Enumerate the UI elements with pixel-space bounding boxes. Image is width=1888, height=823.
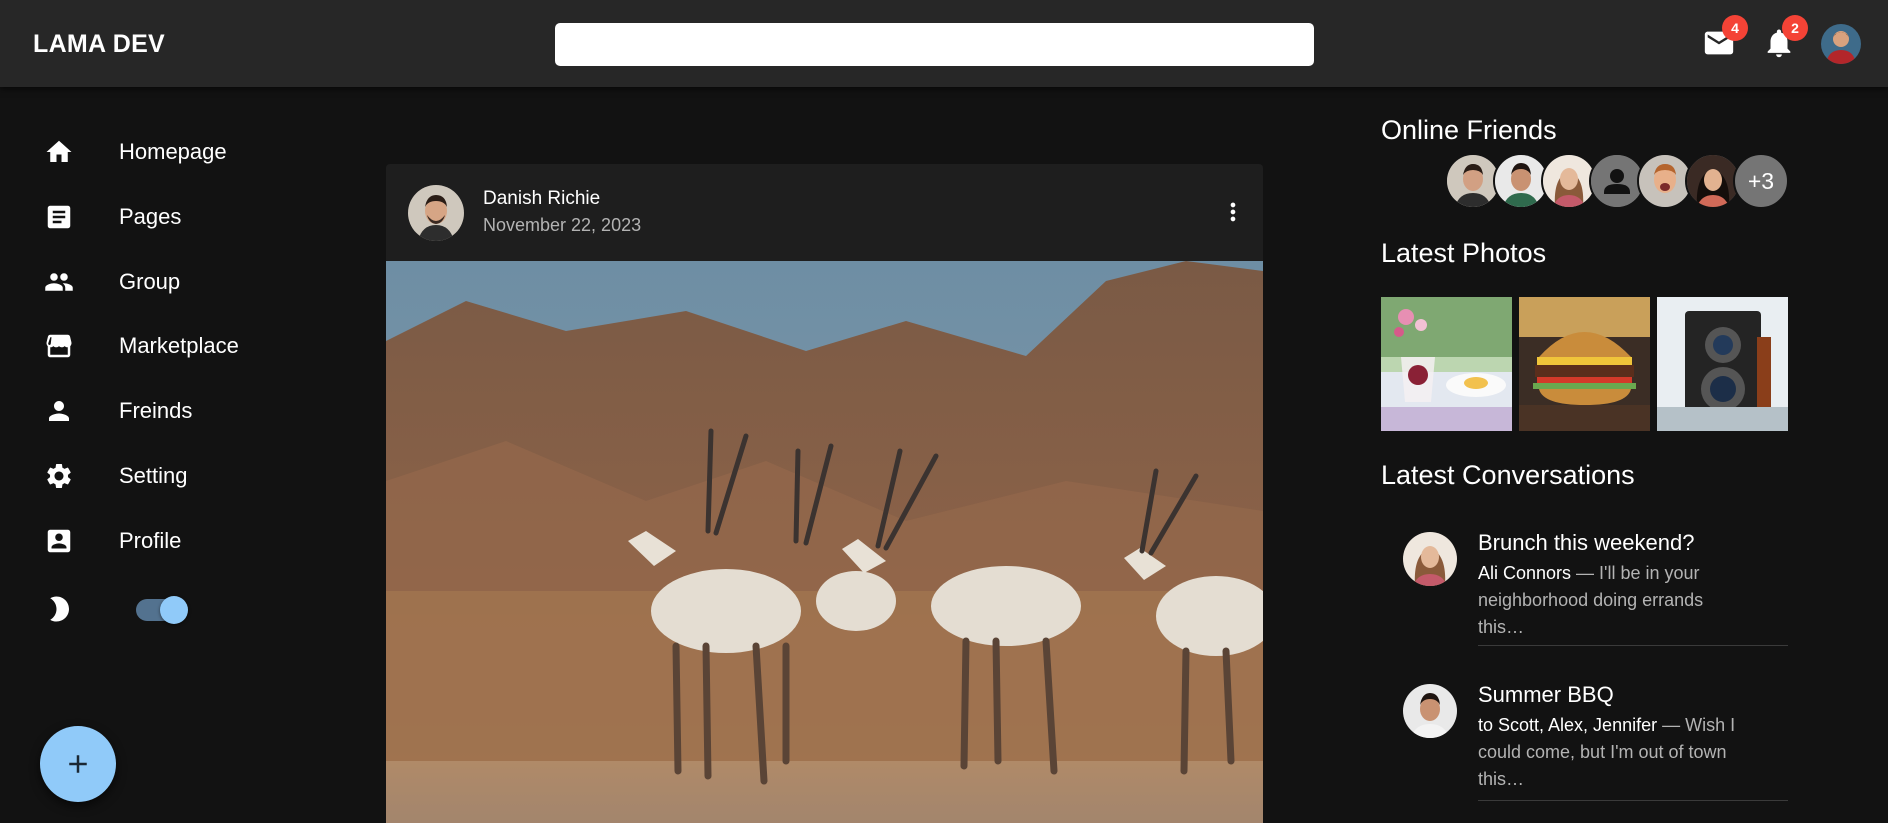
- storefront-icon: [44, 331, 74, 361]
- sidebar-item-setting[interactable]: Setting: [0, 447, 320, 505]
- user-avatar[interactable]: [1821, 24, 1861, 64]
- more-friends-count[interactable]: +3: [1733, 153, 1789, 209]
- article-icon: [44, 202, 74, 232]
- plus-icon: [69, 755, 87, 773]
- logo[interactable]: LAMA DEV: [33, 30, 165, 59]
- group-icon: [44, 267, 74, 297]
- divider: [1478, 645, 1788, 646]
- sidebar-item-label: Setting: [119, 463, 188, 488]
- divider: [1478, 800, 1788, 801]
- conversation-preview: Ali Connors — I'll be in your neighborhoo…: [1478, 560, 1788, 641]
- post-more-button[interactable]: [1218, 194, 1248, 230]
- conversation-text: this…: [1478, 617, 1525, 637]
- notifications-button[interactable]: 2: [1762, 15, 1808, 62]
- moon-icon: [44, 594, 74, 624]
- search-input[interactable]: [555, 23, 1314, 66]
- online-friends-title: Online Friends: [1381, 115, 1557, 145]
- latest-photo[interactable]: [1381, 297, 1512, 431]
- account-box-icon: [44, 526, 74, 556]
- toggle-knob: [160, 596, 188, 624]
- conversation-sender: Ali Connors: [1478, 563, 1572, 583]
- add-post-button[interactable]: [40, 726, 116, 802]
- latest-photo[interactable]: [1519, 297, 1650, 431]
- more-vert-icon: [1230, 202, 1236, 222]
- conversation-text: — I'll be in your: [1571, 563, 1700, 583]
- conversation-avatar: [1403, 532, 1457, 586]
- dark-mode-toggle[interactable]: [136, 596, 188, 624]
- conversation-title: Summer BBQ: [1478, 682, 1614, 707]
- conversation-text: this…: [1478, 769, 1525, 789]
- sidebar-item-freinds[interactable]: Freinds: [0, 382, 320, 440]
- sidebar-item-label: Profile: [119, 528, 182, 553]
- sidebar-item-marketplace[interactable]: Marketplace: [0, 317, 320, 375]
- latest-photos-title: Latest Photos: [1381, 238, 1547, 268]
- conversation-text: — Wish I: [1657, 715, 1736, 735]
- notification-badge: 2: [1782, 15, 1808, 41]
- top-app-bar: LAMA DEV 4 2: [0, 0, 1888, 87]
- home-icon: [44, 137, 74, 167]
- sidebar-item-label: Homepage: [119, 139, 227, 164]
- mail-button[interactable]: 4: [1702, 15, 1748, 62]
- mail-badge: 4: [1722, 15, 1748, 41]
- latest-conversations-title: Latest Conversations: [1381, 460, 1635, 490]
- conversation-avatar: [1403, 684, 1457, 738]
- sidebar-item-label: Freinds: [119, 398, 193, 423]
- conversation-sender: to Scott, Alex, Jennifer: [1478, 715, 1658, 735]
- conversation-preview: to Scott, Alex, Jennifer — Wish I could c…: [1478, 712, 1788, 793]
- sidebar-item-pages[interactable]: Pages: [0, 188, 320, 246]
- post-image: [386, 261, 1263, 823]
- gear-icon: [44, 461, 74, 491]
- post-card: Danish Richie November 22, 2023: [386, 164, 1263, 823]
- post-date: November 22, 2023: [483, 215, 642, 235]
- sidebar-item-label: Group: [119, 269, 181, 294]
- sidebar-item-label: Marketplace: [119, 333, 239, 358]
- sidebar-item-group[interactable]: Group: [0, 253, 320, 311]
- latest-photo[interactable]: [1657, 297, 1788, 431]
- sidebar-item-profile[interactable]: Profile: [0, 512, 320, 570]
- post-author-avatar[interactable]: [408, 185, 464, 241]
- conversation-title: Brunch this weekend?: [1478, 530, 1695, 555]
- sidebar-item-label: Pages: [119, 204, 182, 229]
- post-author[interactable]: Danish Richie: [483, 188, 600, 210]
- person-icon: [44, 396, 74, 426]
- conversation-text: neighborhood doing errands: [1478, 590, 1704, 610]
- conversation-text: could come, but I'm out of town: [1478, 742, 1727, 762]
- sidebar-item-homepage[interactable]: Homepage: [0, 123, 320, 181]
